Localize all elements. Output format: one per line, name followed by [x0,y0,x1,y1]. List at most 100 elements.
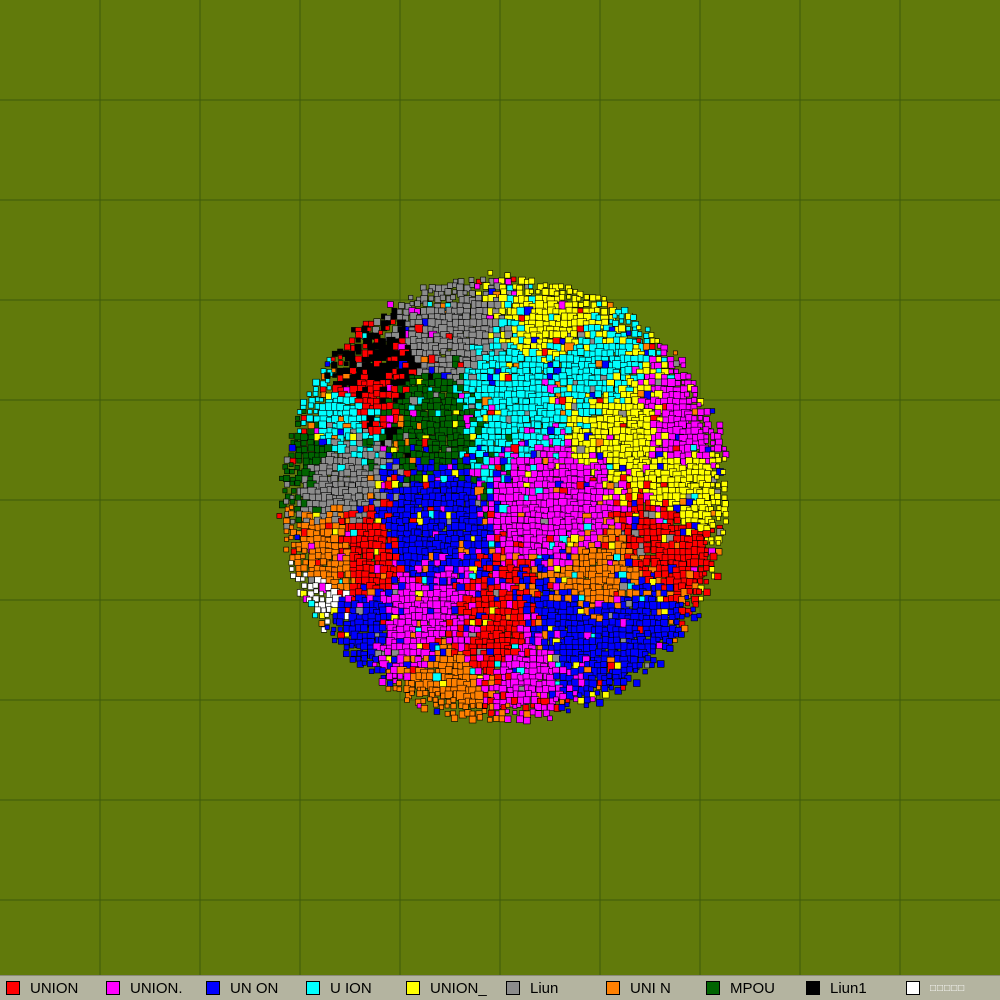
territory-cell[interactable] [708,560,715,567]
territory-cell[interactable] [710,482,716,488]
territory-cell[interactable] [612,450,620,458]
territory-cell[interactable] [540,450,548,458]
territory-cell[interactable] [525,690,532,697]
legend-item-liun1[interactable]: Liun1 [800,976,900,1000]
territory-cell[interactable] [493,703,500,710]
territory-cell[interactable] [572,301,579,308]
territory-cell[interactable] [535,289,541,295]
legend-item-un-on[interactable]: UN ON [200,976,300,1000]
territory-cell[interactable] [516,624,524,633]
territory-cell[interactable] [715,456,722,463]
territory-cell[interactable] [409,301,415,307]
territory-cell[interactable] [636,498,644,506]
territory-cell[interactable] [312,612,318,619]
territory-cell[interactable] [661,570,669,578]
territory-cell[interactable] [366,438,374,446]
territory-cell[interactable] [613,678,621,686]
territory-cell[interactable] [288,535,294,540]
territory-cell[interactable] [475,402,483,410]
territory-cell[interactable] [384,325,390,331]
territory-cell[interactable] [475,294,483,302]
territory-cell[interactable] [373,318,381,326]
territory-cell[interactable] [308,402,314,409]
territory-cell[interactable] [414,300,421,307]
territory-cell[interactable] [504,374,513,382]
territory-cell[interactable] [656,642,663,649]
territory-cell[interactable] [576,463,585,472]
territory-cell[interactable] [289,494,295,500]
territory-cell[interactable] [456,486,464,494]
territory-cell[interactable] [300,564,308,572]
territory-cell[interactable] [470,703,476,709]
territory-cell[interactable] [529,654,537,663]
territory-cell[interactable] [314,552,322,559]
territory-cell[interactable] [474,410,482,418]
territory-cell[interactable] [516,702,522,708]
territory-cell[interactable] [409,378,417,386]
territory-cell[interactable] [366,552,374,560]
territory-cell[interactable] [343,361,349,367]
territory-cell[interactable] [332,373,337,378]
territory-cell[interactable] [552,582,561,591]
territory-cell[interactable] [540,385,549,393]
territory-cell[interactable] [596,685,601,690]
territory-cell[interactable] [680,385,688,393]
territory-cell[interactable] [433,559,441,567]
territory-cell[interactable] [396,308,403,315]
territory-cell[interactable] [528,284,534,289]
territory-cell[interactable] [660,378,669,386]
territory-cell[interactable] [565,708,571,714]
territory-cell[interactable] [378,678,387,686]
territory-cell[interactable] [619,318,624,324]
territory-cell[interactable] [595,294,601,301]
territory-cell[interactable] [530,703,536,709]
territory-cell[interactable] [636,331,643,337]
territory-cell[interactable] [685,474,694,482]
territory-cell[interactable] [608,541,616,550]
territory-cell[interactable] [290,548,297,555]
territory-cell[interactable] [398,302,405,309]
territory-cell[interactable] [447,282,454,289]
territory-cell[interactable] [512,710,518,715]
territory-cell[interactable] [673,516,681,524]
territory-cell[interactable] [505,702,511,708]
territory-cell[interactable] [678,631,685,638]
territory-cell[interactable] [438,698,445,706]
territory-cell[interactable] [595,648,603,656]
territory-cell[interactable] [601,685,609,693]
territory-cell[interactable] [648,402,656,410]
territory-cell[interactable] [505,571,513,579]
territory-cell[interactable] [396,433,404,441]
territory-cell[interactable] [612,360,622,370]
territory-cell[interactable] [494,427,502,435]
territory-cell[interactable] [366,492,374,500]
territory-cell[interactable] [385,372,393,380]
territory-cell[interactable] [722,510,729,518]
territory-cell[interactable] [686,588,693,595]
territory-cell[interactable] [504,475,512,483]
territory-cell[interactable] [529,649,537,657]
territory-cell[interactable] [324,618,331,625]
territory-cell[interactable] [349,656,356,663]
territory-cell[interactable] [620,678,628,686]
territory-cell[interactable] [445,630,453,638]
territory-cell[interactable] [283,481,290,488]
territory-cell[interactable] [703,408,711,416]
territory-cell[interactable] [642,558,651,566]
territory-cell[interactable] [697,415,703,421]
territory-cell[interactable] [474,283,481,290]
territory-cell[interactable] [504,708,510,714]
territory-cell[interactable] [510,426,518,434]
territory-cell[interactable] [446,378,454,386]
territory-cell[interactable] [654,338,660,344]
territory-cell[interactable] [482,331,489,339]
territory-cell[interactable] [344,631,350,638]
territory-cell[interactable] [703,434,709,440]
legend-item-liun[interactable]: Liun [500,976,600,1000]
territory-cell[interactable] [552,360,560,368]
territory-cell[interactable] [696,452,704,460]
territory-cell[interactable] [451,522,460,531]
territory-cell[interactable] [594,390,602,398]
territory-cell[interactable] [480,301,488,309]
territory-cell[interactable] [541,638,549,646]
